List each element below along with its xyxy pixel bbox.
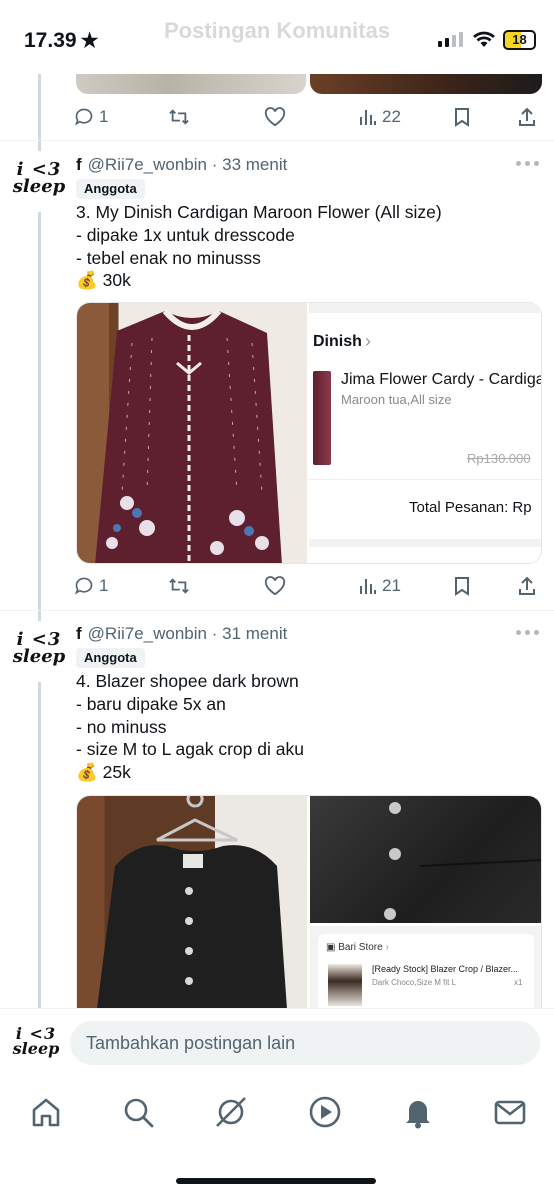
messages-icon[interactable] <box>492 1094 528 1130</box>
order-receipt: ▣ Bari Store › [Ready Stock] Blazer Crop… <box>310 926 541 1008</box>
avatar[interactable]: i <3 sleep <box>12 151 66 205</box>
bar-chart-icon <box>360 110 376 125</box>
post-header: f @Rii7e_wonbin · 33 menit <box>76 155 287 175</box>
member-badge: Anggota <box>76 179 145 199</box>
product-qty: x1 <box>514 978 523 987</box>
timestamp[interactable]: · 31 menit <box>212 624 288 643</box>
avatar[interactable]: i <3 sleep <box>12 621 66 675</box>
chevron-right-icon: › <box>385 942 389 953</box>
wifi-icon <box>473 31 495 47</box>
display-name[interactable]: f <box>76 624 82 643</box>
repost-button[interactable] <box>168 576 190 596</box>
share-icon <box>519 576 535 595</box>
handle[interactable]: @Rii7e_wonbin <box>88 624 207 643</box>
like-button[interactable] <box>264 107 286 127</box>
cardigan-image <box>95 308 282 563</box>
post-text: 3. My Dinish Cardigan Maroon Flower (All… <box>76 202 442 291</box>
avatar[interactable]: i <3 sleep <box>12 1017 60 1065</box>
product-name: Jima Flower Cardy - Cardigan <box>341 371 542 388</box>
reply-icon <box>75 577 93 595</box>
chevron-right-icon: › <box>365 331 371 351</box>
reply-composer: i <3 sleep Tambahkan postingan lain <box>0 1008 554 1078</box>
store-name: Bari Store <box>338 942 383 953</box>
thread-line <box>38 682 41 1012</box>
share-button[interactable] <box>518 107 536 127</box>
bookmark-icon <box>455 577 469 596</box>
blazer-image <box>97 796 287 1008</box>
repost-icon <box>169 109 189 125</box>
compose-input[interactable]: Tambahkan postingan lain <box>70 1021 540 1065</box>
bookmark-icon <box>455 108 469 127</box>
post-header: f @Rii7e_wonbin · 31 menit <box>76 624 287 644</box>
member-badge: Anggota <box>76 648 145 668</box>
heart-icon <box>264 107 286 127</box>
bookmark-button[interactable] <box>454 576 470 596</box>
view-count: 21 <box>382 576 401 595</box>
total-label: Total Pesanan: Rp <box>409 499 532 516</box>
shop-icon: ▣ <box>326 942 336 953</box>
more-options-icon[interactable] <box>516 161 539 166</box>
handle[interactable]: @Rii7e_wonbin <box>88 155 207 174</box>
share-icon <box>519 107 535 126</box>
post-media[interactable]: ▣ Bari Store › [Ready Stock] Blazer Crop… <box>76 795 542 1008</box>
display-name[interactable]: f <box>76 155 82 174</box>
thread-line <box>38 212 41 622</box>
blazer-detail-image <box>384 802 541 920</box>
product-variant: Dark Choco,Size M fit L <box>372 978 457 987</box>
view-count: 22 <box>382 107 401 126</box>
status-bar: Postingan Komunitas 17.39 ★ 18 <box>0 0 554 74</box>
blazer-detail-photo[interactable] <box>310 796 541 923</box>
signal-icon <box>438 32 463 47</box>
product-name: [Ready Stock] Blazer Crop / Blazer... <box>372 964 519 974</box>
cardigan-photo[interactable] <box>77 303 307 563</box>
previous-post-image[interactable] <box>310 74 542 94</box>
share-button[interactable] <box>518 576 536 596</box>
store-row: ▣ Bari Store › <box>326 942 389 953</box>
thread-line <box>38 74 41 154</box>
reply-count: 1 <box>99 107 109 126</box>
old-price: Rp130.000 <box>467 451 531 466</box>
search-icon[interactable] <box>120 1094 156 1130</box>
status-time: 17.39 ★ <box>24 28 99 53</box>
reply-count: 1 <box>99 576 109 595</box>
post-actions: 1 21 <box>74 571 542 601</box>
timestamp[interactable]: · 33 menit <box>212 155 288 174</box>
product-thumbnail <box>313 371 331 465</box>
more-options-icon[interactable] <box>516 630 539 635</box>
reply-button[interactable]: 1 <box>74 107 108 127</box>
battery-icon: 18 <box>503 30 536 50</box>
store-name: Dinish <box>313 333 362 350</box>
video-icon[interactable] <box>307 1094 343 1130</box>
views-button[interactable]: 21 <box>359 576 401 596</box>
product-variant: Maroon tua,All size <box>341 392 452 407</box>
order-receipt: Dinish › Jima Flower Cardy - Cardigan Ma… <box>309 303 542 563</box>
heart-icon <box>264 576 286 596</box>
time-text: 17.39 <box>24 28 77 52</box>
divider <box>0 610 554 611</box>
bookmark-button[interactable] <box>454 107 470 127</box>
reply-button[interactable]: 1 <box>74 576 108 596</box>
bar-chart-icon <box>360 579 376 594</box>
star-icon: ★ <box>80 30 99 52</box>
grok-icon[interactable] <box>213 1094 249 1130</box>
previous-post-image[interactable] <box>76 74 306 94</box>
post-text: 4. Blazer shopee dark brown - baru dipak… <box>76 671 304 783</box>
home-indicator <box>176 1178 376 1184</box>
blazer-photo[interactable] <box>77 796 307 1008</box>
divider <box>0 140 554 141</box>
like-button[interactable] <box>264 576 286 596</box>
home-icon[interactable] <box>28 1094 64 1130</box>
views-button[interactable]: 22 <box>359 107 401 127</box>
repost-icon <box>169 578 189 594</box>
previous-post-actions: 1 22 <box>74 102 542 132</box>
post-media[interactable]: Dinish › Jima Flower Cardy - Cardigan Ma… <box>76 302 542 564</box>
repost-button[interactable] <box>168 107 190 127</box>
notifications-icon[interactable] <box>400 1094 436 1130</box>
reply-icon <box>75 108 93 126</box>
product-thumbnail <box>328 964 362 1006</box>
